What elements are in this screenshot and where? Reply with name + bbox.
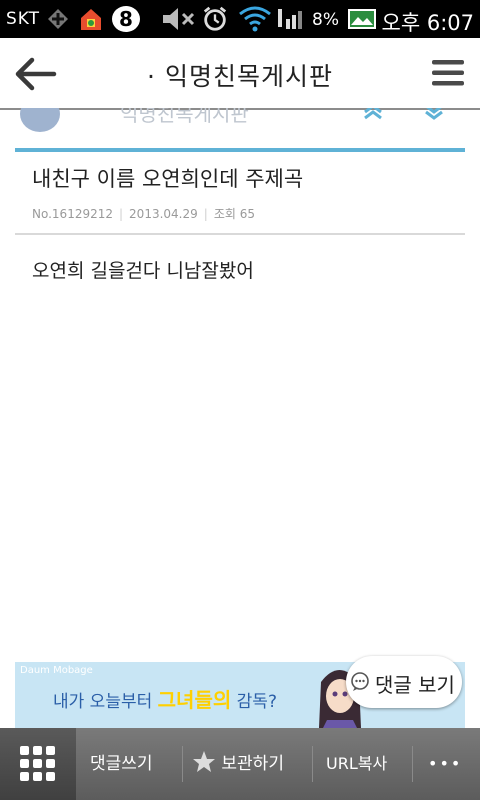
more-options-button[interactable]: ••• xyxy=(428,728,462,800)
write-comment-button[interactable]: 댓글쓰기 xyxy=(90,728,153,800)
home-app-icon xyxy=(81,9,101,30)
bookmark-button[interactable]: 보관하기 xyxy=(192,728,284,800)
alarm-icon xyxy=(203,6,227,31)
post-views: 조회 65 xyxy=(213,207,255,221)
badge-8-icon: 8 xyxy=(112,6,140,32)
expand-icon[interactable] xyxy=(423,108,445,124)
comment-view-label: 댓글 보기 xyxy=(375,673,455,697)
battery-percent: 8% xyxy=(312,10,339,30)
collapse-icon[interactable] xyxy=(362,108,384,124)
signal-icon xyxy=(278,9,302,29)
comment-view-button[interactable]: 댓글 보기 xyxy=(346,656,462,708)
board-info-bar: 익명친목게시판 xyxy=(15,108,465,152)
toolbar-separator xyxy=(182,746,183,782)
toolbar-separator xyxy=(412,746,413,782)
wifi-icon xyxy=(239,6,271,32)
ad-brand: Daum Mobage xyxy=(20,665,93,676)
ad-text-highlight: 그녀들의 xyxy=(157,688,232,712)
speech-bubble-icon xyxy=(351,672,369,691)
toolbar-separator xyxy=(312,746,313,782)
clock: 오후 6:07 xyxy=(381,11,474,35)
carrier-label: SKT xyxy=(6,9,41,29)
add-notification-icon xyxy=(48,9,68,29)
grid-icon xyxy=(20,746,55,781)
post-body: 오연희 길을걷다 니남잘봤어 xyxy=(32,260,254,282)
ad-text-after: 감독? xyxy=(236,692,277,712)
bookmark-label: 보관하기 xyxy=(221,754,284,774)
status-bar: SKT 8 8% 오후 6:07 xyxy=(0,0,480,38)
ad-text-before: 내가 오늘부터 xyxy=(53,692,153,712)
post-date: 2013.04.29 xyxy=(129,207,198,221)
mute-icon xyxy=(163,8,195,30)
menu-icon[interactable] xyxy=(430,58,466,88)
post-title: 내친구 이름 오연희인데 주제곡 xyxy=(32,167,304,191)
star-icon xyxy=(193,751,215,772)
page-title: · 익명친목게시판 xyxy=(147,62,333,91)
gallery-icon xyxy=(348,9,376,29)
meta-separator: | xyxy=(203,207,208,221)
bottom-toolbar: 댓글쓰기 보관하기 URL복사 ••• xyxy=(0,728,480,800)
copy-url-button[interactable]: URL복사 xyxy=(326,728,387,800)
board-avatar xyxy=(20,108,60,132)
meta-separator: | xyxy=(119,207,124,221)
grid-menu-button[interactable] xyxy=(0,728,76,800)
ad-text: 내가 오늘부터 그녀들의 감독? xyxy=(53,684,277,713)
divider xyxy=(15,233,465,235)
board-name: 익명친목게시판 xyxy=(120,108,249,126)
post-meta: No.16129212 | 2013.04.29 | 조회 65 xyxy=(32,205,255,222)
post-number: No.16129212 xyxy=(32,207,113,221)
app-header: · 익명친목게시판 xyxy=(0,38,480,110)
